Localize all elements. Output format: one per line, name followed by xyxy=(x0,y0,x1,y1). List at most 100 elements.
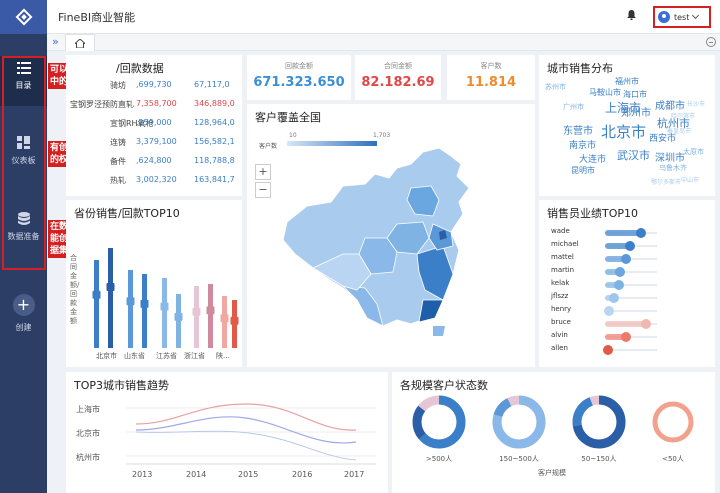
table-row[interactable]: 热轧 3,002,320 163,841,7 xyxy=(66,173,241,191)
employee-dot xyxy=(624,241,635,251)
tab-home[interactable] xyxy=(65,34,95,51)
row-payment: 156,582,1 xyxy=(194,137,235,146)
row-name: 连铸 xyxy=(110,138,126,147)
kpi-value: 671.323.650 xyxy=(253,75,345,90)
donut-chart-150-500[interactable] xyxy=(492,395,546,449)
employee-row[interactable]: alvin xyxy=(551,330,661,344)
employee-dot xyxy=(620,254,631,264)
kpi-card-contract: 合同金额 82.182.69 xyxy=(355,55,441,100)
city-word[interactable]: 鄂尔多斯市 xyxy=(651,177,681,186)
x-tick-label: 2016 xyxy=(292,470,313,479)
x-axis-label: 客户规模 xyxy=(538,469,566,477)
row-payment: 163,841,7 xyxy=(194,175,235,184)
employee-dot xyxy=(620,332,631,342)
bell-icon[interactable] xyxy=(627,10,636,20)
logo-icon xyxy=(15,8,32,26)
trend-line-beijing[interactable] xyxy=(135,416,357,444)
table-row[interactable]: 连铸 3,379,100 156,582,1 xyxy=(66,135,241,153)
city-word[interactable]: 苏州市 xyxy=(545,82,566,92)
expand-arrows-icon[interactable]: » xyxy=(52,35,59,48)
employee-name: allen xyxy=(551,344,568,352)
top-bar: FineBI商业智能 test xyxy=(47,0,720,34)
employee-row[interactable]: martin xyxy=(551,265,661,279)
donut-chart-50-150[interactable] xyxy=(572,395,626,449)
bar[interactable] xyxy=(142,274,147,348)
bar[interactable] xyxy=(94,260,99,348)
donut-label: 150~500人 xyxy=(499,455,539,463)
city-word[interactable]: 福州市 xyxy=(615,76,639,87)
app-title: FineBI商业智能 xyxy=(58,11,136,24)
city-word[interactable]: 郑州市 xyxy=(621,104,651,119)
city-word[interactable]: 昆明市 xyxy=(571,165,595,176)
city-word[interactable]: 哈尔滨市 xyxy=(671,111,695,120)
kpi-value: 11.814 xyxy=(465,75,517,90)
bar[interactable] xyxy=(176,294,181,348)
city-word[interactable]: 北京市 xyxy=(601,121,646,142)
table-row[interactable]: 宝钢罗泾预防直轧 7,358,700 346,889,0 xyxy=(66,97,241,115)
donut-chart-under-50[interactable] xyxy=(652,401,694,443)
kpi-label: 回款金额 xyxy=(285,62,313,70)
employee-name: martin xyxy=(551,266,575,274)
city-word[interactable]: 海口市 xyxy=(623,89,647,100)
row-amount: ,259,000 xyxy=(136,118,172,127)
city-word[interactable]: 乌鲁木齐 xyxy=(659,163,687,173)
city-word[interactable]: 太原市 xyxy=(683,147,704,157)
city-word[interactable]: 东营市 xyxy=(563,122,593,137)
employee-dot xyxy=(640,319,651,329)
city-word[interactable]: 南京市 xyxy=(569,138,596,151)
x-tick-label: 浙江省 xyxy=(184,351,205,360)
table-row[interactable]: 骑坊 ,699,730 67,117,0 xyxy=(66,78,241,96)
app-logo[interactable] xyxy=(0,0,47,34)
trend-card: TOP3城市销售趋势 上海市 北京市 杭州市 2013 2014 2015 20… xyxy=(66,372,388,493)
city-word[interactable]: 中山市 xyxy=(681,175,699,184)
kpi-card-customers: 客户数 11.814 xyxy=(447,55,535,100)
row-amount: 3,002,320 xyxy=(136,175,177,184)
sidebar-item-create[interactable]: + 创建 xyxy=(0,294,47,338)
employee-row[interactable]: allen xyxy=(551,343,661,357)
employee-row[interactable]: bruce xyxy=(551,317,661,331)
employee-row[interactable]: michael xyxy=(551,239,661,253)
table-row[interactable]: 备件 ,624,800 118,788,8 xyxy=(66,154,241,172)
x-tick-label: 2015 xyxy=(238,470,259,479)
city-word[interactable]: 马鞍山市 xyxy=(589,87,621,98)
city-word[interactable]: 秦皇岛市 xyxy=(667,126,691,135)
bar[interactable] xyxy=(162,278,167,348)
employee-row[interactable]: kelak xyxy=(551,278,661,292)
city-word[interactable]: 成都市 xyxy=(655,97,685,112)
x-tick-label: 2013 xyxy=(132,470,153,479)
contract-table-card: /回款数据 骑坊 ,699,730 67,117,0 宝钢罗泾预防直轧 7,358,70… xyxy=(66,55,242,196)
employee-name: henry xyxy=(551,305,572,313)
user-menu[interactable]: test xyxy=(653,6,711,28)
bar[interactable] xyxy=(128,270,133,348)
employee-row[interactable]: mattel xyxy=(551,252,661,266)
table-row[interactable]: 宣钢RH氧枪 ,259,000 128,964,0 xyxy=(66,116,241,134)
word-cloud: 北京市 上海市 杭州市 武汉市 深圳市 郑州市 成都市 东营市 南京市 西安市 大连市 昆明市 马鞍山市… xyxy=(539,55,715,196)
city-word[interactable]: 长沙市 xyxy=(687,99,705,108)
bar-marker xyxy=(160,302,169,311)
map-region[interactable] xyxy=(433,326,445,336)
city-word[interactable]: 武汉市 xyxy=(617,147,650,163)
bar[interactable] xyxy=(194,286,199,348)
city-word[interactable]: 深圳市 xyxy=(655,149,685,164)
employee-dot xyxy=(609,293,620,303)
employee-row[interactable]: henry xyxy=(551,304,661,318)
employee-name: mattel xyxy=(551,253,574,261)
employee-row[interactable]: wade xyxy=(551,226,661,240)
employee-dot xyxy=(613,280,624,290)
bar-marker xyxy=(126,297,135,306)
city-word[interactable]: 大连市 xyxy=(579,152,606,165)
row-payment: 128,964,0 xyxy=(194,118,235,127)
bar[interactable] xyxy=(108,248,113,348)
city-word[interactable]: 广州市 xyxy=(563,102,584,112)
map-region[interactable] xyxy=(418,299,444,323)
bar[interactable] xyxy=(208,284,213,348)
donut-chart-500plus[interactable] xyxy=(412,395,466,449)
row-name: 备件 xyxy=(110,157,126,166)
employee-name: jflszz xyxy=(551,292,569,300)
tab-bar: » xyxy=(47,34,720,51)
collapse-icon[interactable] xyxy=(706,37,716,47)
status-card: 各规模客户状态数 >500人 150~500人 50~150人 <50人 客户规… xyxy=(392,372,715,493)
bar-marker xyxy=(92,290,101,299)
map-card: 客户覆盖全国 10 1,703 客户数 + − xyxy=(247,104,535,367)
employee-row[interactable]: jflszz xyxy=(551,291,661,305)
